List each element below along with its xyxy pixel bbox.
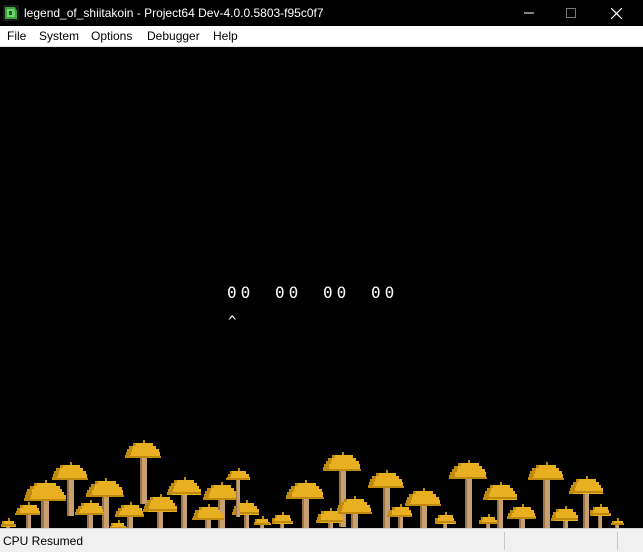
mushroom-sprite (590, 504, 611, 528)
close-icon (610, 7, 622, 19)
menu-bar: File System Options Debugger Help (0, 26, 643, 47)
close-button[interactable] (593, 0, 639, 26)
mushroom-sprite (611, 518, 624, 528)
title-bar[interactable]: legend_of_shiitakoin - Project64 Dev-4.0… (0, 0, 643, 26)
digit-group-4: 00 (371, 283, 399, 302)
status-bar: CPU Resumed (0, 528, 643, 552)
emulator-window: legend_of_shiitakoin - Project64 Dev-4.0… (0, 0, 643, 552)
status-divider (504, 532, 505, 550)
mushroom-sprite (110, 520, 127, 528)
mushroom-field-graphic (1, 440, 624, 528)
mushroom-sprite (551, 506, 578, 528)
maximize-icon (566, 8, 576, 18)
selection-cursor: ^ (228, 314, 237, 330)
mushroom-sprite (75, 500, 104, 528)
mushroom-sprite (143, 494, 177, 528)
menu-options[interactable]: Options (85, 26, 138, 46)
mushroom-sprite (125, 440, 161, 504)
mushroom-sprite (387, 504, 412, 528)
mushroom-sprite (254, 516, 271, 528)
window-title: legend_of_shiitakoin - Project64 Dev-4.0… (24, 6, 324, 20)
menu-help[interactable]: Help (207, 26, 244, 46)
status-divider (617, 532, 618, 550)
menu-system[interactable]: System (33, 26, 85, 46)
minimize-button[interactable] (506, 0, 552, 26)
status-text: CPU Resumed (3, 534, 84, 548)
mushroom-sprite (15, 502, 40, 528)
mushroom-sprite (272, 512, 293, 528)
project64-icon (3, 5, 19, 21)
mushroom-sprite (507, 504, 536, 528)
maximize-button[interactable] (548, 0, 594, 26)
digit-group-2: 00 (275, 283, 303, 302)
digit-group-1: 00 (227, 283, 255, 302)
minimize-icon (524, 12, 534, 14)
mushroom-sprite (479, 514, 498, 528)
mushroom-sprite (435, 512, 456, 528)
digit-group-3: 00 (323, 283, 351, 302)
menu-file[interactable]: File (1, 26, 32, 46)
menu-debugger[interactable]: Debugger (141, 26, 206, 46)
game-display[interactable]: 00 00 00 00 ^ (0, 47, 643, 528)
mushroom-sprite (1, 518, 16, 528)
